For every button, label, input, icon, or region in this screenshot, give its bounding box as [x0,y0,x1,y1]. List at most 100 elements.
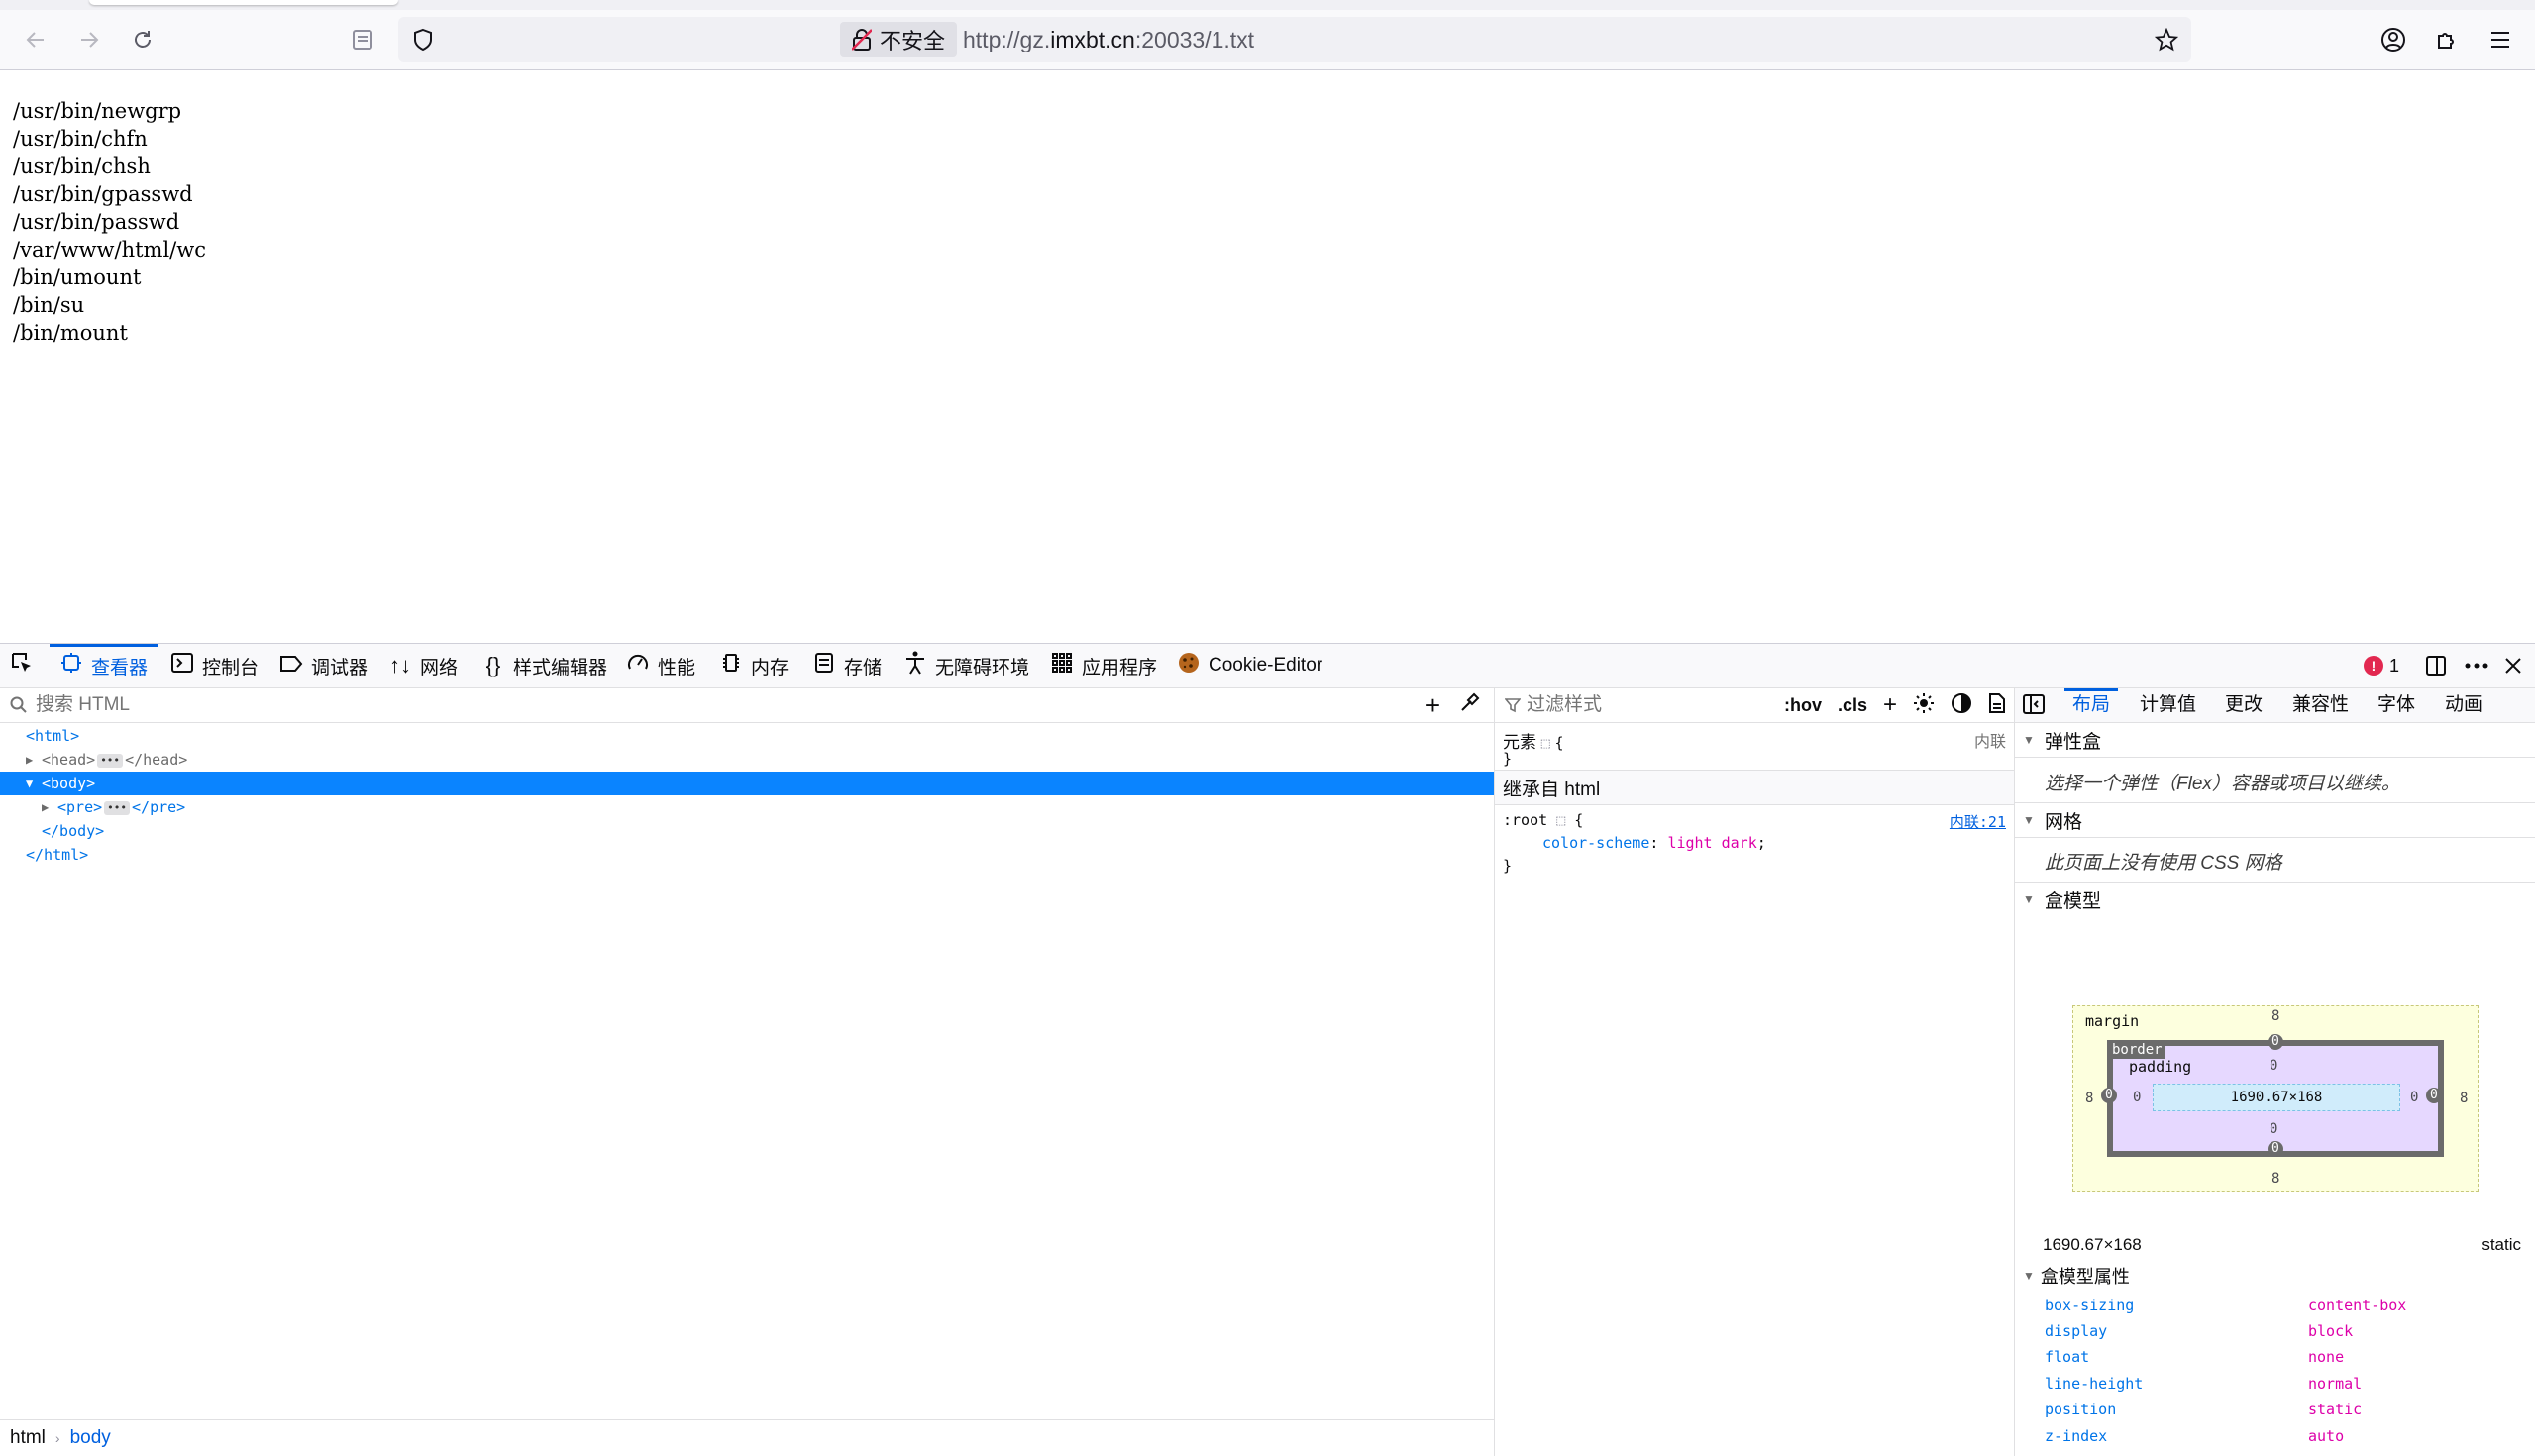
tab-console[interactable]: 控制台 [170,644,259,687]
flexbox-section-header[interactable]: ▼ 弹性盒 [2015,723,2535,758]
prop-value[interactable]: normal [2308,1375,2362,1393]
tab-accessibility[interactable]: 无障碍环境 [903,644,1029,687]
tracking-protection-icon[interactable] [408,25,438,54]
padding-right-value[interactable]: 0 [2410,1090,2418,1105]
tab-inspector[interactable]: 查看器 [49,644,158,687]
dom-node-body[interactable]: ▼ <body> [0,772,1494,795]
hov-toggle[interactable]: :hov [1784,695,1822,716]
inspector-icon [59,653,83,678]
breadcrumb-html[interactable]: html [10,1427,46,1449]
print-simulation-icon[interactable] [1988,692,2006,719]
tab-layout[interactable]: 布局 [2063,688,2119,722]
grid-selector-icon[interactable]: ⬚ [1541,734,1550,752]
dark-scheme-icon[interactable] [1951,692,1972,719]
prop-value[interactable]: none [2308,1348,2344,1366]
tab-changes[interactable]: 更改 [2225,688,2263,722]
tab-animations[interactable]: 动画 [2445,688,2482,722]
reload-button[interactable] [123,20,162,59]
declaration-color-scheme[interactable]: color-scheme: light dark; [1542,834,1766,852]
dom-node-body-close[interactable]: </body> [0,819,1494,843]
grid-section-header[interactable]: ▼ 网格 [2015,802,2535,838]
tab-storage[interactable]: 存储 [812,644,882,687]
padding-top-value[interactable]: 0 [2270,1058,2277,1074]
property-value[interactable]: light dark [1667,834,1756,852]
add-rule-button[interactable]: + [1883,691,1897,719]
border-top-value[interactable]: 0 [2268,1034,2283,1050]
element-rule-header[interactable]: 元素 ⬚ { [1503,728,1564,753]
url-bar[interactable]: 不安全 http://gz.imxbt.cn:20033/1.txt [398,17,2191,62]
collapse-arrow-icon[interactable]: ▼ [26,772,42,795]
margin-right-value[interactable]: 8 [2460,1091,2468,1106]
border-bottom-value[interactable]: 0 [2268,1141,2283,1157]
prop-value[interactable]: auto [2308,1427,2344,1445]
element-picker-icon [10,651,34,680]
breadcrumb-body[interactable]: body [70,1427,111,1449]
prop-value[interactable]: content-box [2308,1297,2406,1314]
box-model-border[interactable]: border 0 0 0 0 padding 0 0 0 0 1690.67×1… [2101,1034,2444,1157]
grid-selector-icon[interactable]: ⬚ [1556,811,1565,829]
border-right-value[interactable]: 0 [2426,1088,2442,1103]
cls-toggle[interactable]: .cls [1838,695,1867,716]
padding-bottom-value[interactable]: 0 [2270,1121,2277,1137]
collapsed-ellipsis[interactable]: ••• [97,753,124,768]
prop-value[interactable]: block [2308,1322,2353,1340]
tab-memory[interactable]: 内存 [719,644,789,687]
box-model-content[interactable]: 1690.67×168 [2153,1084,2400,1111]
sidebar-toggle-button[interactable] [2023,694,2045,719]
tab-application[interactable]: 应用程序 [1050,644,1157,687]
expand-arrow-icon[interactable]: ▶ [26,748,42,772]
prop-value[interactable]: static [2308,1401,2362,1418]
html-search-input[interactable] [34,693,1325,717]
forward-button[interactable] [69,20,109,59]
insecure-connection-badge[interactable]: 不安全 [840,22,958,57]
extensions-button[interactable] [2427,20,2467,59]
padding-left-value[interactable]: 0 [2133,1090,2141,1105]
reader-view-button[interactable] [343,20,382,59]
light-scheme-icon[interactable] [1913,692,1935,719]
url-text[interactable]: http://gz.imxbt.cn:20033/1.txt [963,27,1254,53]
tab-network[interactable]: ↑↓ 网络 [388,644,458,687]
property-name[interactable]: color-scheme [1542,834,1649,852]
tab-style-editor[interactable]: {} 样式编辑器 [481,644,607,687]
back-button[interactable] [16,20,55,59]
error-count-button[interactable]: ! 1 [2364,644,2399,687]
tab-fonts[interactable]: 字体 [2377,688,2415,722]
dom-node-head[interactable]: ▶ <head> ••• </head> [0,748,1494,772]
tab-cookie-editor[interactable]: Cookie-Editor [1177,644,1322,687]
eyedropper-button[interactable] [1460,692,1480,718]
close-devtools-button[interactable] [2504,644,2522,687]
margin-left-value[interactable]: 8 [2085,1091,2093,1106]
tab-debugger[interactable]: 调试器 [279,644,368,687]
margin-bottom-value[interactable]: 8 [2271,1171,2279,1187]
app-menu-button[interactable] [2481,20,2520,59]
element-picker-button[interactable] [10,644,34,687]
root-rule-source-link[interactable]: 内联:21 [1950,811,2006,832]
expand-arrow-icon[interactable]: ▶ [42,795,57,819]
rule-open-brace: { [1554,734,1564,752]
border-left-value[interactable]: 0 [2101,1088,2117,1103]
box-model-margin[interactable]: margin 8 8 8 8 border 0 0 0 0 padding 0 … [2072,1005,2479,1192]
rules-filter-input[interactable] [1525,693,1727,717]
devtools-options-button[interactable] [2465,644,2488,687]
tab-label: 样式编辑器 [513,657,608,678]
account-button[interactable] [2374,20,2413,59]
dock-toggle-button[interactable] [2425,644,2447,687]
network-icon: ↑↓ [389,653,411,677]
bookmark-star-icon[interactable] [2152,25,2181,54]
tab-compatibility[interactable]: 兼容性 [2292,688,2349,722]
boxmodel-section-header[interactable]: ▼ 盒模型 [2015,882,2535,916]
more-options-icon [2465,663,2488,669]
dom-node-pre[interactable]: ▶ <pre> ••• </pre> [0,795,1494,819]
boxmodel-properties-header[interactable]: ▼ 盒模型属性 [2023,1263,2130,1289]
dom-node-html[interactable]: <html> [0,724,1494,748]
tab-performance[interactable]: 性能 [626,644,695,687]
margin-top-value[interactable]: 8 [2271,1008,2279,1024]
root-rule-header[interactable]: :root ⬚ { [1503,811,1583,829]
add-node-button[interactable]: + [1426,690,1440,721]
collapsed-ellipsis[interactable]: ••• [104,800,131,815]
dom-node-html-close[interactable]: </html> [0,843,1494,867]
tab-computed[interactable]: 计算值 [2140,688,2196,722]
tag-text: </pre> [132,798,186,816]
active-tab[interactable] [89,0,398,5]
element-rule-source[interactable]: 内联 [1974,728,2006,752]
